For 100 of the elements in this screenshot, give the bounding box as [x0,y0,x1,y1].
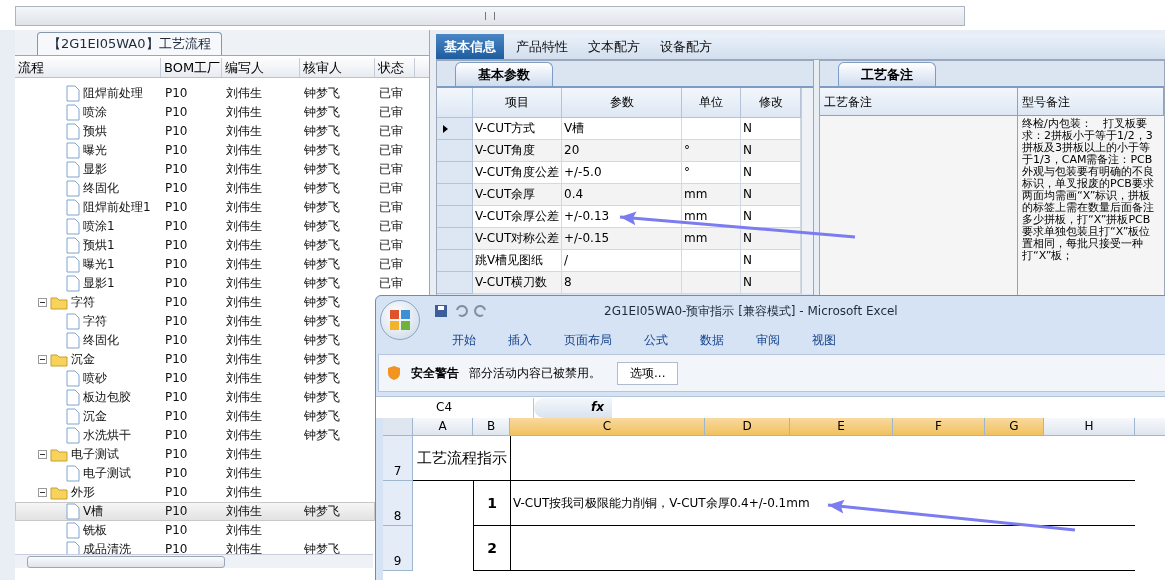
office-button[interactable] [380,300,420,340]
column-header[interactable]: 编写人 [222,58,300,77]
row-header[interactable]: 7 [383,436,413,481]
table-cell-text: 钟梦飞 [303,85,341,102]
save-icon[interactable] [434,304,448,318]
column-header[interactable]: H [1044,418,1135,436]
name-box[interactable]: C4 [376,397,534,418]
row-header[interactable] [437,118,473,140]
tree-row[interactable]: 铣板 P10 刘伟生 [15,521,375,540]
tree-row[interactable]: 阻焊前处理1 P10 刘伟生 钟梦飞 已审 [15,198,415,217]
collapse-icon[interactable] [38,355,47,364]
tree-item-label: 外形 [71,484,95,501]
column-header[interactable]: 型号备注 [1018,88,1164,116]
tree-row[interactable]: V槽 P10 刘伟生 钟梦飞 [15,502,375,521]
tree-row[interactable]: 电子测试 P10 刘伟生 [15,445,375,464]
collapse-icon[interactable] [38,450,47,459]
redo-icon[interactable] [474,304,488,318]
table-cell-text: 钟梦飞 [303,370,341,387]
table-cell: ° [682,140,741,162]
tree-row[interactable]: 板边包胶 P10 刘伟生 钟梦飞 [15,388,375,407]
tree-row[interactable]: 喷涂1 P10 刘伟生 钟梦飞 已审 [15,217,415,236]
column-header[interactable]: 参数 [562,88,682,118]
column-header[interactable]: D [705,418,790,436]
tree-row[interactable]: 显影 P10 刘伟生 钟梦飞 已审 [15,160,415,179]
select-all-corner[interactable] [383,418,413,436]
column-header[interactable]: 单位 [682,88,741,118]
scrollbar-thumb[interactable] [27,555,225,568]
table-cell-text: P10 [164,161,189,178]
collapse-icon[interactable] [38,488,47,497]
tree-item-label: 喷砂 [83,370,107,387]
collapse-icon[interactable] [38,298,47,307]
row-header[interactable]: 8 [383,481,413,526]
tree-row[interactable]: 电子测试 P10 刘伟生 [15,464,375,483]
tree-row[interactable]: 喷涂 P10 刘伟生 钟梦飞 已审 [15,103,415,122]
ribbon-tab[interactable]: 页面布局 [548,326,628,354]
tab[interactable]: 基本信息 [436,34,504,59]
document-icon [66,408,80,425]
tree-row[interactable]: 字符 P10 刘伟生 钟梦飞 [15,312,375,331]
table-cell-text: 刘伟生 [225,104,263,121]
tree-row[interactable]: 喷砂 P10 刘伟生 钟梦飞 [15,369,375,388]
table-cell-text: 钟梦飞 [303,389,341,406]
tree-item-label: 喷涂 [83,104,107,121]
tree-row[interactable]: 字符 P10 刘伟生 钟梦飞 [15,293,375,312]
ribbon-tab[interactable]: 公式 [628,326,684,354]
tree-row[interactable]: 曝光 P10 刘伟生 钟梦飞 已审 [15,141,415,160]
panel-tab[interactable]: 【2G1EI05WA0】工艺流程 [37,32,222,55]
horizontal-scrollbar[interactable] [15,554,373,568]
panel-tab[interactable]: 基本参数 [455,62,553,86]
row-header[interactable]: 9 [383,526,413,571]
column-header[interactable]: 工艺备注 [820,88,1018,116]
tree-row[interactable]: 显影1 P10 刘伟生 钟梦飞 已审 [15,274,415,293]
column-header[interactable]: 核审人 [300,58,375,77]
ribbon-tab[interactable]: 插入 [492,326,548,354]
undo-icon[interactable] [454,304,468,318]
tree-row[interactable]: 阻焊前处理 P10 刘伟生 钟梦飞 已审 [15,84,415,103]
column-header[interactable]: G [985,418,1044,436]
tree-row[interactable]: 终固化 P10 刘伟生 钟梦飞 已审 [15,179,415,198]
ribbon-tab[interactable]: 审阅 [740,326,796,354]
tree-row[interactable]: 沉金 P10 刘伟生 钟梦飞 [15,407,375,426]
tree-item-label: 水洗烘干 [83,427,131,444]
column-header[interactable]: 状态 [375,58,415,77]
tab[interactable]: 产品特性 [508,34,576,59]
table-cell: N [741,162,801,184]
options-button[interactable]: 选项... [617,361,679,385]
column-header[interactable]: 项目 [473,88,562,118]
tree-row[interactable]: 外形 P10 刘伟生 [15,483,375,502]
ribbon-tab[interactable]: 数据 [684,326,740,354]
table-cell: N [741,118,801,140]
tree-row[interactable]: 终固化 P10 刘伟生 钟梦飞 [15,331,375,350]
table-cell-text: 已审 [378,237,404,254]
function-button[interactable]: fx [534,397,612,418]
tree-item-label: 预烘1 [83,237,115,254]
column-header[interactable]: C [510,418,705,436]
table-cell-text: 已审 [378,256,404,273]
column-header[interactable] [1135,418,1165,436]
column-header[interactable]: F [893,418,985,436]
tree-item-label: 阻焊前处理1 [83,199,151,216]
column-header[interactable]: BOM工厂 [161,58,222,77]
document-icon [66,332,80,349]
tree-row[interactable]: 曝光1 P10 刘伟生 钟梦飞 已审 [15,255,415,274]
vertical-scrollbar[interactable] [801,88,813,294]
table-cell-text: 钟梦飞 [303,294,341,311]
column-header[interactable]: E [790,418,893,436]
tree-row[interactable]: 沉金 P10 刘伟生 钟梦飞 [15,350,375,369]
tree-row[interactable]: 水洗烘干 P10 刘伟生 钟梦飞 [15,426,375,445]
ribbon-tab[interactable]: 视图 [796,326,852,354]
tree-item-label: 沉金 [83,408,107,425]
tab[interactable]: 文本配方 [580,34,648,59]
column-header[interactable]: 流程 [15,58,161,77]
table-cell: N [741,250,801,272]
tree-row[interactable]: 预烘 P10 刘伟生 钟梦飞 已审 [15,122,415,141]
tree-row[interactable]: 预烘1 P10 刘伟生 钟梦飞 已审 [15,236,415,255]
ribbon-tab[interactable]: 开始 [436,326,492,354]
column-header[interactable]: A [413,418,473,436]
tree-row[interactable]: 成品清洗 P10 刘伟生 钟梦飞 [15,540,375,554]
column-header[interactable]: B [473,418,510,436]
column-header[interactable]: 修改 [741,88,801,118]
panel-tab[interactable]: 工艺备注 [838,62,936,86]
horizontal-scrollbar[interactable] [15,6,965,26]
tab[interactable]: 设备配方 [652,34,720,59]
